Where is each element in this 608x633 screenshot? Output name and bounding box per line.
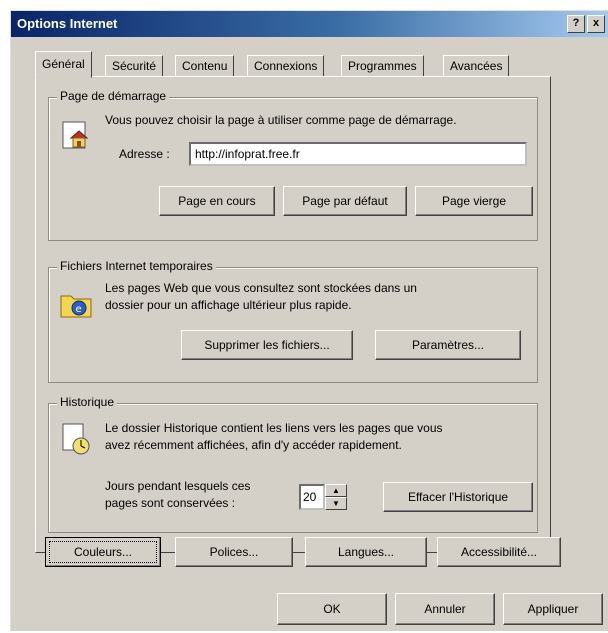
tab-advanced[interactable]: Avancées	[443, 55, 510, 77]
days-label-line1: Jours pendant lesquels ces	[105, 479, 251, 493]
temp-settings-button[interactable]: Paramètres...	[375, 330, 521, 360]
apply-button[interactable]: Appliquer	[503, 593, 603, 625]
startup-description: Vous pouvez choisir la page à utiliser c…	[105, 113, 457, 127]
languages-button[interactable]: Langues...	[305, 537, 427, 567]
address-label: Adresse :	[119, 147, 170, 161]
clear-history-button[interactable]: Effacer l'Historique	[383, 482, 533, 512]
history-group-title: Historique	[57, 395, 118, 409]
general-panel: Page de démarrage Vous pouvez choisir la…	[35, 76, 551, 553]
home-page-icon	[62, 121, 89, 149]
close-button[interactable]: x	[587, 15, 605, 33]
cancel-button[interactable]: Annuler	[395, 593, 495, 625]
tab-programs[interactable]: Programmes	[341, 55, 424, 77]
temp-files-description-line1: Les pages Web que vous consultez sont st…	[105, 281, 417, 295]
history-icon	[62, 423, 90, 455]
tab-content[interactable]: Contenu	[175, 55, 235, 77]
history-group: Historique Le dossier Historique contien…	[48, 395, 538, 533]
ok-button[interactable]: OK	[277, 593, 387, 625]
temp-files-group: Fichiers Internet temporaires e Les page…	[48, 259, 538, 383]
temp-files-description-line2: dossier pour un affichage ultérieur plus…	[105, 298, 352, 312]
address-input[interactable]: http://infoprat.free.fr	[189, 142, 527, 166]
tab-general[interactable]: Général	[35, 51, 92, 78]
colors-button[interactable]: Couleurs...	[45, 537, 161, 567]
spin-up-icon[interactable]: ▲	[325, 484, 347, 497]
use-default-button[interactable]: Page par défaut	[283, 186, 407, 216]
temp-files-group-title: Fichiers Internet temporaires	[57, 259, 216, 273]
startup-group: Page de démarrage Vous pouvez choisir la…	[48, 89, 538, 241]
history-description-line1: Le dossier Historique contient les liens…	[105, 421, 443, 435]
svg-text:e: e	[76, 304, 82, 315]
days-input[interactable]: 20	[299, 484, 325, 510]
accessibility-button[interactable]: Accessibilité...	[437, 537, 561, 567]
tab-security[interactable]: Sécurité	[105, 55, 164, 77]
use-blank-button[interactable]: Page vierge	[415, 186, 533, 216]
days-spinner[interactable]: ▲ ▼	[325, 484, 347, 510]
days-label-line2: pages sont conservées :	[105, 496, 236, 510]
delete-files-button[interactable]: Supprimer les fichiers...	[181, 330, 353, 360]
internet-options-dialog: Options Internet ? x Général Sécurité Co…	[10, 10, 608, 631]
window-title: Options Internet	[17, 16, 118, 31]
use-current-button[interactable]: Page en cours	[159, 186, 275, 216]
title-bar[interactable]: Options Internet ? x	[11, 11, 608, 37]
help-button[interactable]: ?	[567, 15, 585, 33]
tab-connections[interactable]: Connexions	[247, 55, 325, 77]
fonts-button[interactable]: Polices...	[175, 537, 293, 567]
startup-group-title: Page de démarrage	[57, 89, 170, 103]
spin-down-icon[interactable]: ▼	[325, 497, 347, 510]
history-description-line2: avez récemment affichées, afin d'y accéd…	[105, 438, 402, 452]
temp-files-folder-icon: e	[60, 295, 92, 318]
